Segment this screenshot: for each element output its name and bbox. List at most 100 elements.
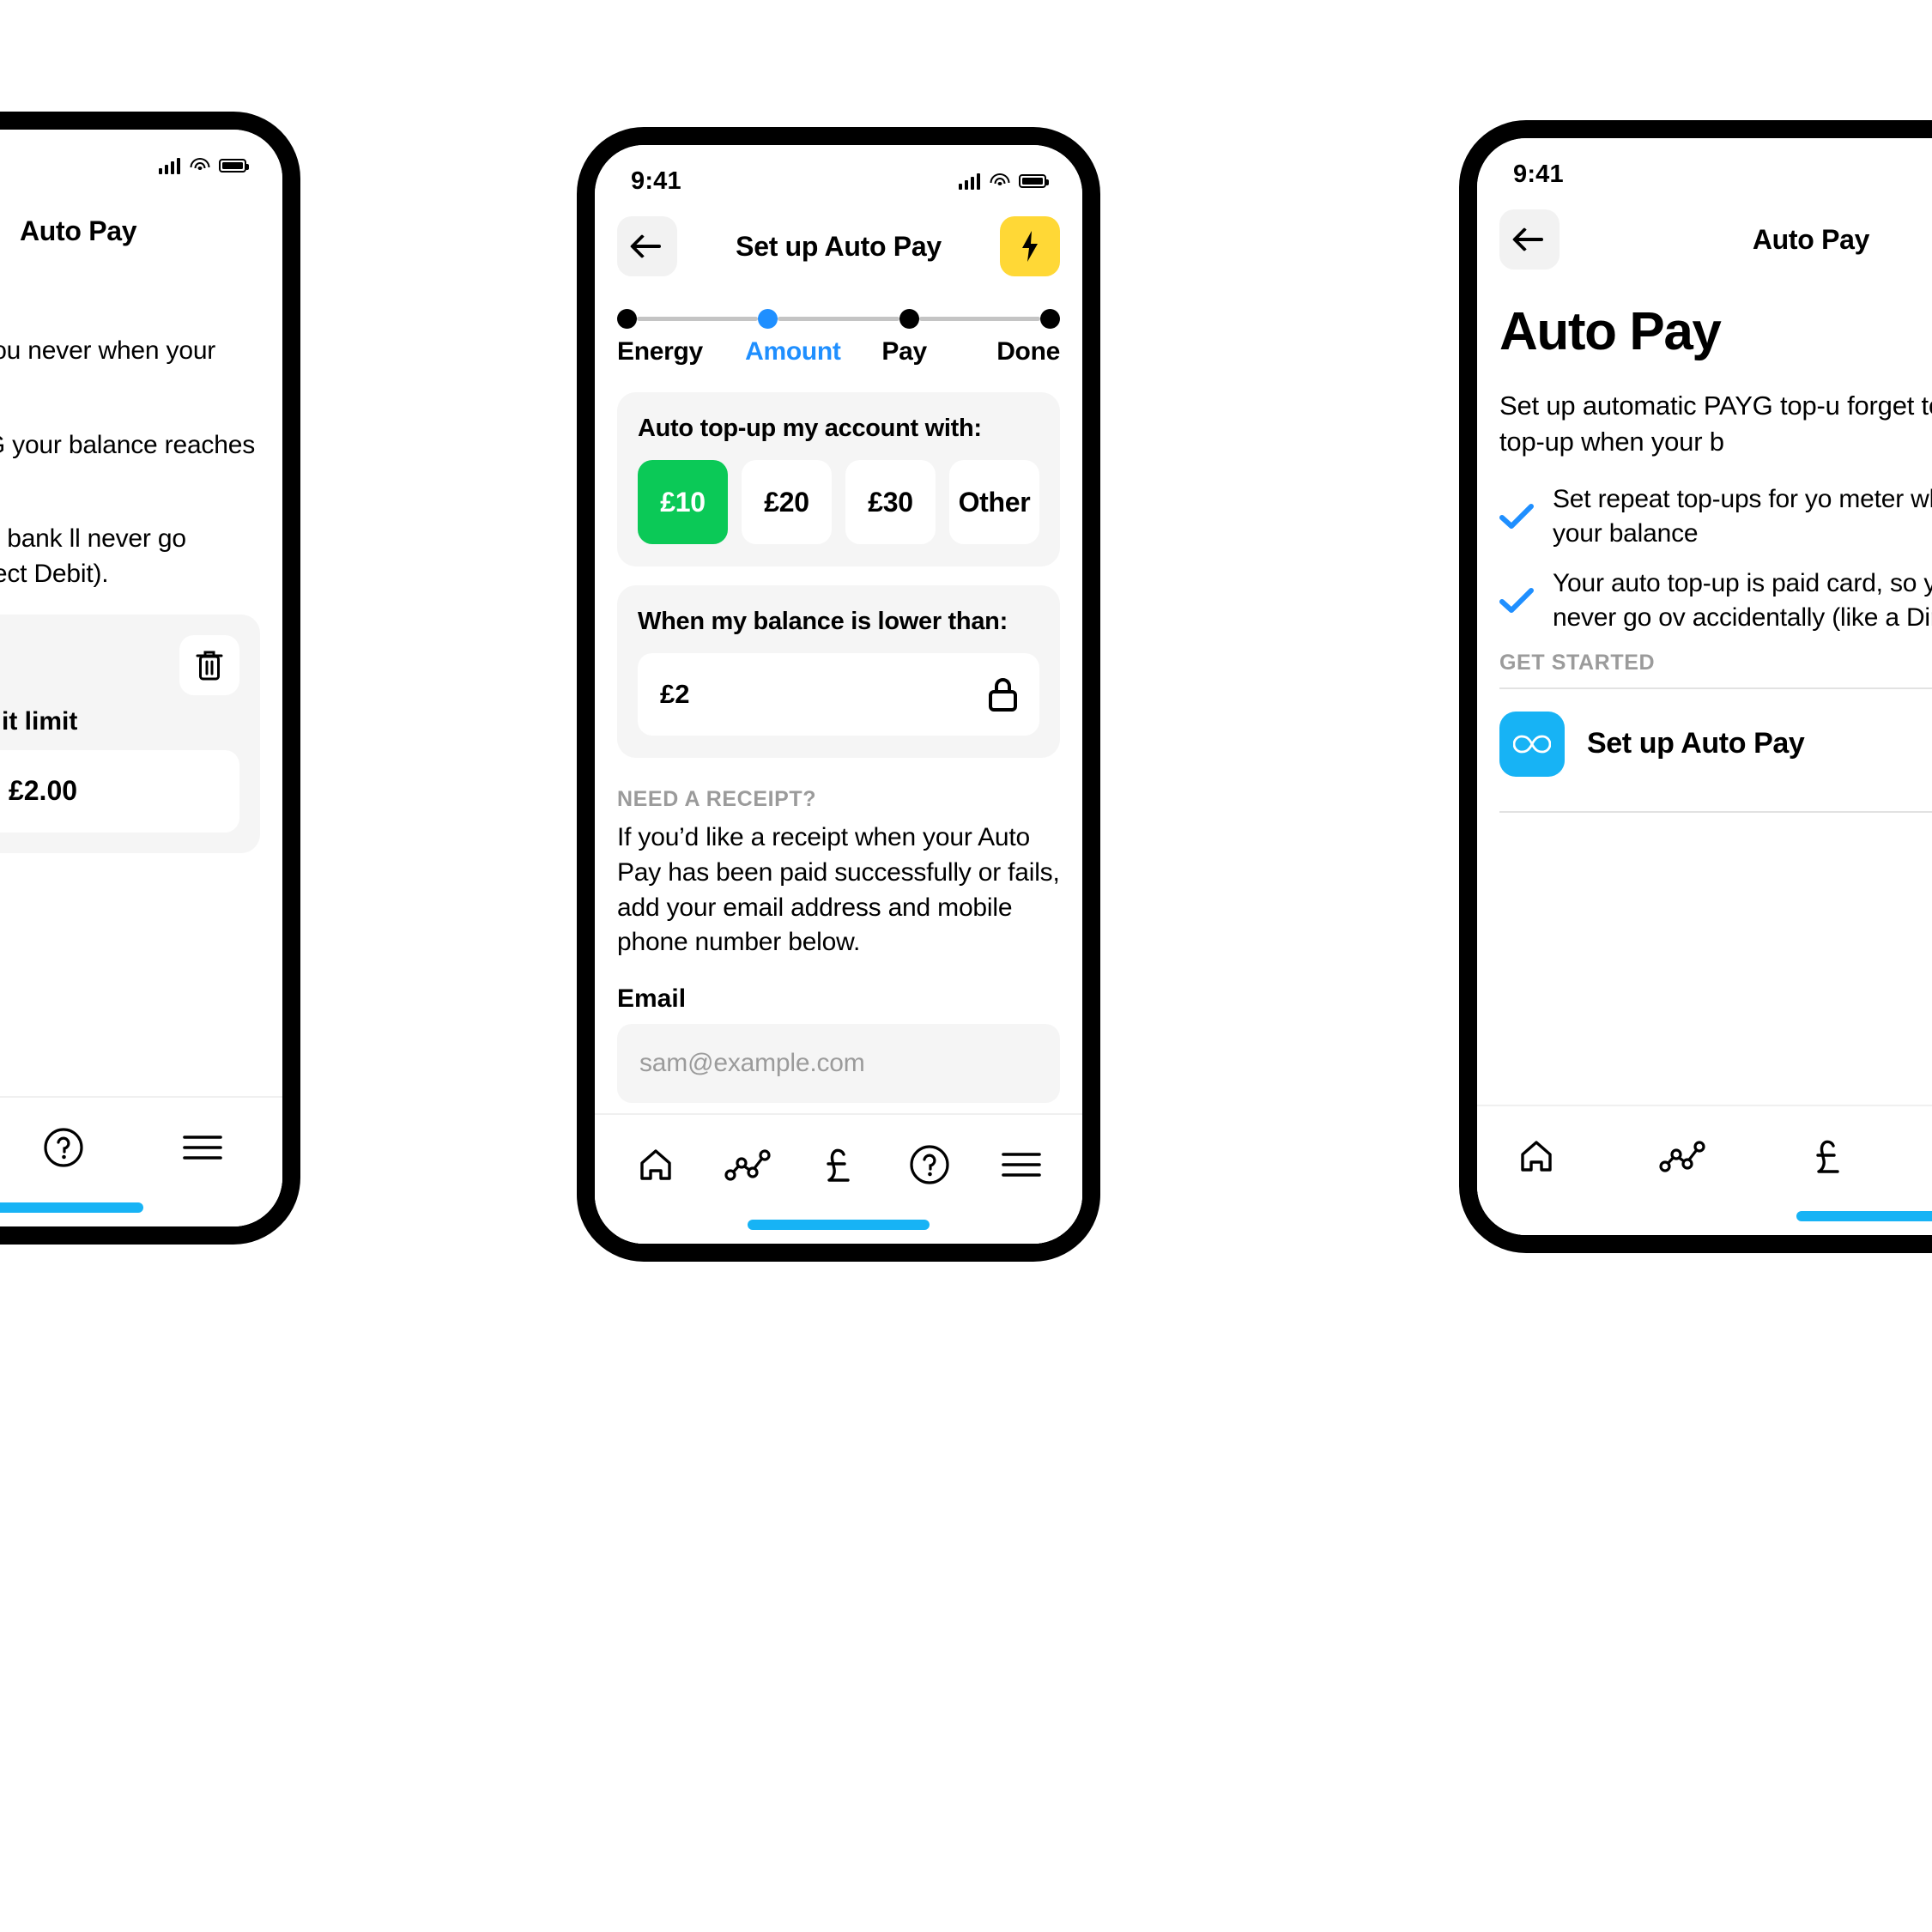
screenshot-canvas: Auto Pay c PAYG top-ups so you never whe… xyxy=(0,0,1932,1932)
status-icons-middle xyxy=(958,173,1049,190)
threshold-value: £2 xyxy=(660,679,690,709)
back-button-right[interactable] xyxy=(1499,209,1560,270)
home-icon xyxy=(1521,1141,1552,1172)
check-icon xyxy=(1499,587,1534,613)
stepper-track xyxy=(617,306,1060,330)
quick-action-button[interactable] xyxy=(1000,216,1060,276)
benefit-text: Set repeat top-ups for yo meter when you… xyxy=(1553,485,1932,548)
phone-right-screen: 9:41 Auto Pay Auto Pay Set up automatic … xyxy=(1477,138,1932,1235)
section-label-get-started: GET STARTED xyxy=(1499,650,1656,675)
question-circle-icon xyxy=(910,1145,949,1184)
receipt-body: If you’d like a receipt when your Auto P… xyxy=(617,823,1060,957)
status-bar-middle: 9:41 xyxy=(595,145,1082,198)
benefit-item: Your auto top-up is paid card, so you’ll… xyxy=(1499,566,1932,635)
wifi-icon xyxy=(990,173,1009,189)
step-line-2 xyxy=(778,316,899,321)
payments-tab-right[interactable] xyxy=(1798,1126,1858,1186)
pound-icon xyxy=(1816,1140,1839,1173)
help-tab-left[interactable] xyxy=(33,1117,94,1178)
phone-left: Auto Pay c PAYG top-ups so you never whe… xyxy=(0,112,300,1245)
step-label-amount[interactable]: Amount xyxy=(745,337,881,366)
back-arrow-icon xyxy=(1515,227,1544,252)
home-icon xyxy=(640,1149,671,1180)
topup-amount-card: Auto top-up my account with: £10 £20 £30… xyxy=(617,392,1060,566)
status-time-right: 9:41 xyxy=(1513,160,1564,188)
step-dot-amount[interactable] xyxy=(758,308,778,329)
home-indicator-middle xyxy=(748,1220,930,1230)
divider-bottom xyxy=(1499,810,1932,813)
hamburger-icon xyxy=(1001,1153,1041,1177)
home-indicator-right xyxy=(1796,1211,1932,1221)
amount-option-other[interactable]: Other xyxy=(949,460,1039,544)
delete-button[interactable] xyxy=(179,634,239,695)
threshold-card-title: When my balance is lower than: xyxy=(638,608,1008,635)
email-input[interactable]: sam@example.com xyxy=(617,1024,1060,1104)
nav-bar-middle: Set up Auto Pay xyxy=(595,198,1082,288)
threshold-value-field[interactable]: £2 xyxy=(638,653,1039,736)
help-tab-middle[interactable] xyxy=(899,1135,960,1195)
cellular-icon xyxy=(958,173,980,190)
benefits-list: Set repeat top-ups for yo meter when you… xyxy=(1499,482,1932,635)
step-label-done[interactable]: Done xyxy=(996,337,1060,366)
back-button-middle[interactable] xyxy=(617,216,677,276)
question-circle-icon xyxy=(44,1128,83,1167)
screen-heading: Auto Pay xyxy=(1499,302,1722,361)
step-dot-energy[interactable] xyxy=(617,308,637,329)
step-label-pay[interactable]: Pay xyxy=(881,337,996,366)
topup-card-title: Auto top-up my account with: xyxy=(638,415,982,442)
usage-tab-middle[interactable] xyxy=(718,1135,778,1195)
back-arrow-icon xyxy=(633,233,662,259)
status-icons-left xyxy=(158,157,249,174)
amount-option-10[interactable]: £10 xyxy=(638,460,728,544)
amount-option-30[interactable]: £30 xyxy=(845,460,936,544)
cellular-icon xyxy=(158,157,180,174)
list-item-setup-auto-pay[interactable]: Set up Auto Pay xyxy=(1499,689,1932,799)
stepper-labels: Energy Amount Pay Done xyxy=(617,337,1060,366)
email-label: Email xyxy=(617,984,687,1014)
lock-icon xyxy=(989,677,1017,712)
step-dot-pay[interactable] xyxy=(899,308,919,329)
step-dot-done[interactable] xyxy=(1039,308,1060,329)
page-title-left: Auto Pay xyxy=(20,215,137,246)
left-paragraph-1: c PAYG top-ups so you never when your ba… xyxy=(0,336,216,365)
list-item-label: Set up Auto Pay xyxy=(1587,727,1805,760)
credit-limit-card: Credit limit £2.00 xyxy=(0,614,260,853)
step-line-1 xyxy=(637,316,759,321)
pound-icon xyxy=(827,1148,850,1182)
credit-limit-label: Credit limit xyxy=(0,706,78,736)
status-time-middle: 9:41 xyxy=(631,167,681,195)
step-label-energy[interactable]: Energy xyxy=(617,337,745,366)
home-tab-middle[interactable] xyxy=(626,1135,686,1195)
benefit-item: Set repeat top-ups for yo meter when you… xyxy=(1499,482,1932,551)
receipt-eyebrow: NEED A RECEIPT? xyxy=(617,787,817,811)
usage-graph-icon xyxy=(1659,1141,1705,1172)
infinity-icon xyxy=(1513,735,1551,754)
hamburger-icon xyxy=(183,1136,222,1160)
wifi-icon xyxy=(190,158,209,173)
phone-right: 9:41 Auto Pay Auto Pay Set up automatic … xyxy=(1459,120,1932,1253)
content-left: c PAYG top-ups so you never when your ba… xyxy=(0,334,282,853)
amount-options: £10 £20 £30 Other xyxy=(638,460,1039,544)
lightning-bolt-icon xyxy=(1022,231,1038,262)
battery-icon xyxy=(1019,174,1049,188)
check-icon xyxy=(1499,504,1534,530)
left-paragraph-2: op-ups for your PAYG your balance reache… xyxy=(0,430,255,459)
benefit-text: Your auto top-up is paid card, so you’ll… xyxy=(1553,569,1932,632)
infinity-icon-tile xyxy=(1499,711,1565,777)
amount-option-20[interactable]: £20 xyxy=(742,460,832,544)
threshold-card: When my balance is lower than: £2 xyxy=(617,585,1060,758)
home-indicator-left xyxy=(0,1202,143,1213)
menu-tab-left[interactable] xyxy=(173,1117,233,1178)
step-line-3 xyxy=(918,316,1040,321)
phone-middle-screen: 9:41 Set up Auto Pay Energy Amount Pay D… xyxy=(595,145,1082,1244)
phone-middle: 9:41 Set up Auto Pay Energy Amount Pay D… xyxy=(577,127,1100,1262)
nav-bar-left: Auto Pay xyxy=(0,183,282,272)
usage-graph-icon xyxy=(724,1149,771,1181)
payments-tab-middle[interactable] xyxy=(809,1135,869,1195)
screen-intro: Set up automatic PAYG top-u forget to to… xyxy=(1499,391,1932,457)
usage-tab-right[interactable] xyxy=(1652,1126,1712,1186)
home-tab-right[interactable] xyxy=(1506,1126,1566,1186)
menu-tab-middle[interactable] xyxy=(991,1135,1051,1195)
left-paragraph-3: p-up is paid with your bank ll never go … xyxy=(0,524,186,588)
trash-icon xyxy=(196,651,223,681)
